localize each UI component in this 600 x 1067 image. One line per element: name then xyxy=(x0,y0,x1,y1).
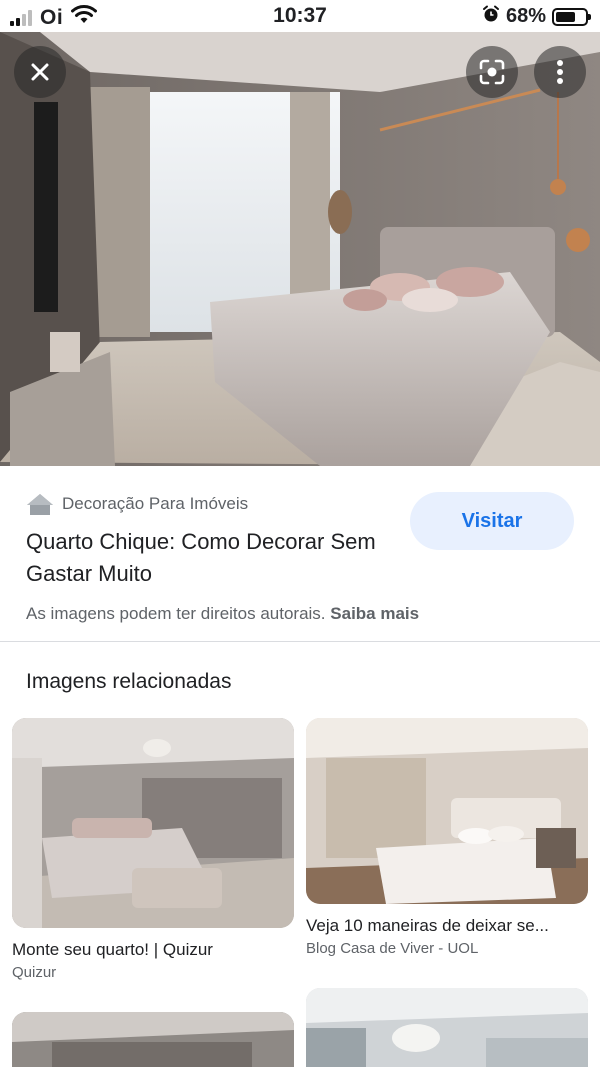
visit-button[interactable]: Visitar xyxy=(410,492,574,550)
close-icon xyxy=(31,63,49,81)
related-photo-4 xyxy=(306,988,588,1067)
battery-percent: 68% xyxy=(505,5,546,27)
related-image-3[interactable] xyxy=(12,1012,294,1067)
related-image-1[interactable] xyxy=(12,718,294,928)
battery-icon xyxy=(552,7,591,26)
status-bar: Oi 10:37 68% xyxy=(0,0,600,32)
source-row[interactable]: Decoração Para Imóveis xyxy=(26,492,248,516)
close-button[interactable] xyxy=(14,46,66,98)
hero-image[interactable] xyxy=(0,32,600,466)
house-icon xyxy=(27,494,53,515)
related-image-2[interactable] xyxy=(306,718,588,904)
copyright-notice: As imagens podem ter direitos autorais. … xyxy=(26,604,419,624)
source-name: Decoração Para Imóveis xyxy=(62,494,249,513)
lens-button[interactable] xyxy=(466,46,518,98)
more-options-button[interactable] xyxy=(534,46,586,98)
lens-icon xyxy=(479,59,505,85)
related-title-1[interactable]: Monte seu quarto! | Quizur xyxy=(12,940,213,960)
related-source-2: Blog Casa de Viver - UOL xyxy=(306,940,479,957)
related-title-2[interactable]: Veja 10 maneiras de deixar se... xyxy=(306,916,549,936)
related-photo-3 xyxy=(12,1012,294,1067)
status-right: 68% xyxy=(482,5,591,28)
related-image-4[interactable] xyxy=(306,988,588,1067)
alarm-icon xyxy=(482,5,500,28)
bedroom-photo xyxy=(0,32,600,466)
learn-more-link[interactable]: Saiba mais xyxy=(330,604,419,623)
copyright-text: As imagens podem ter direitos autorais. xyxy=(26,604,326,623)
battery-level xyxy=(556,11,576,22)
more-vert-icon xyxy=(557,60,563,84)
related-photo-2 xyxy=(306,718,588,904)
related-source-1: Quizur xyxy=(12,964,57,981)
related-heading: Imagens relacionadas xyxy=(26,670,232,693)
result-title[interactable]: Quarto Chique: Como Decorar Sem Gastar M… xyxy=(26,526,386,590)
result-info: Decoração Para Imóveis Quarto Chique: Co… xyxy=(0,466,600,642)
related-photo-1 xyxy=(12,718,294,928)
